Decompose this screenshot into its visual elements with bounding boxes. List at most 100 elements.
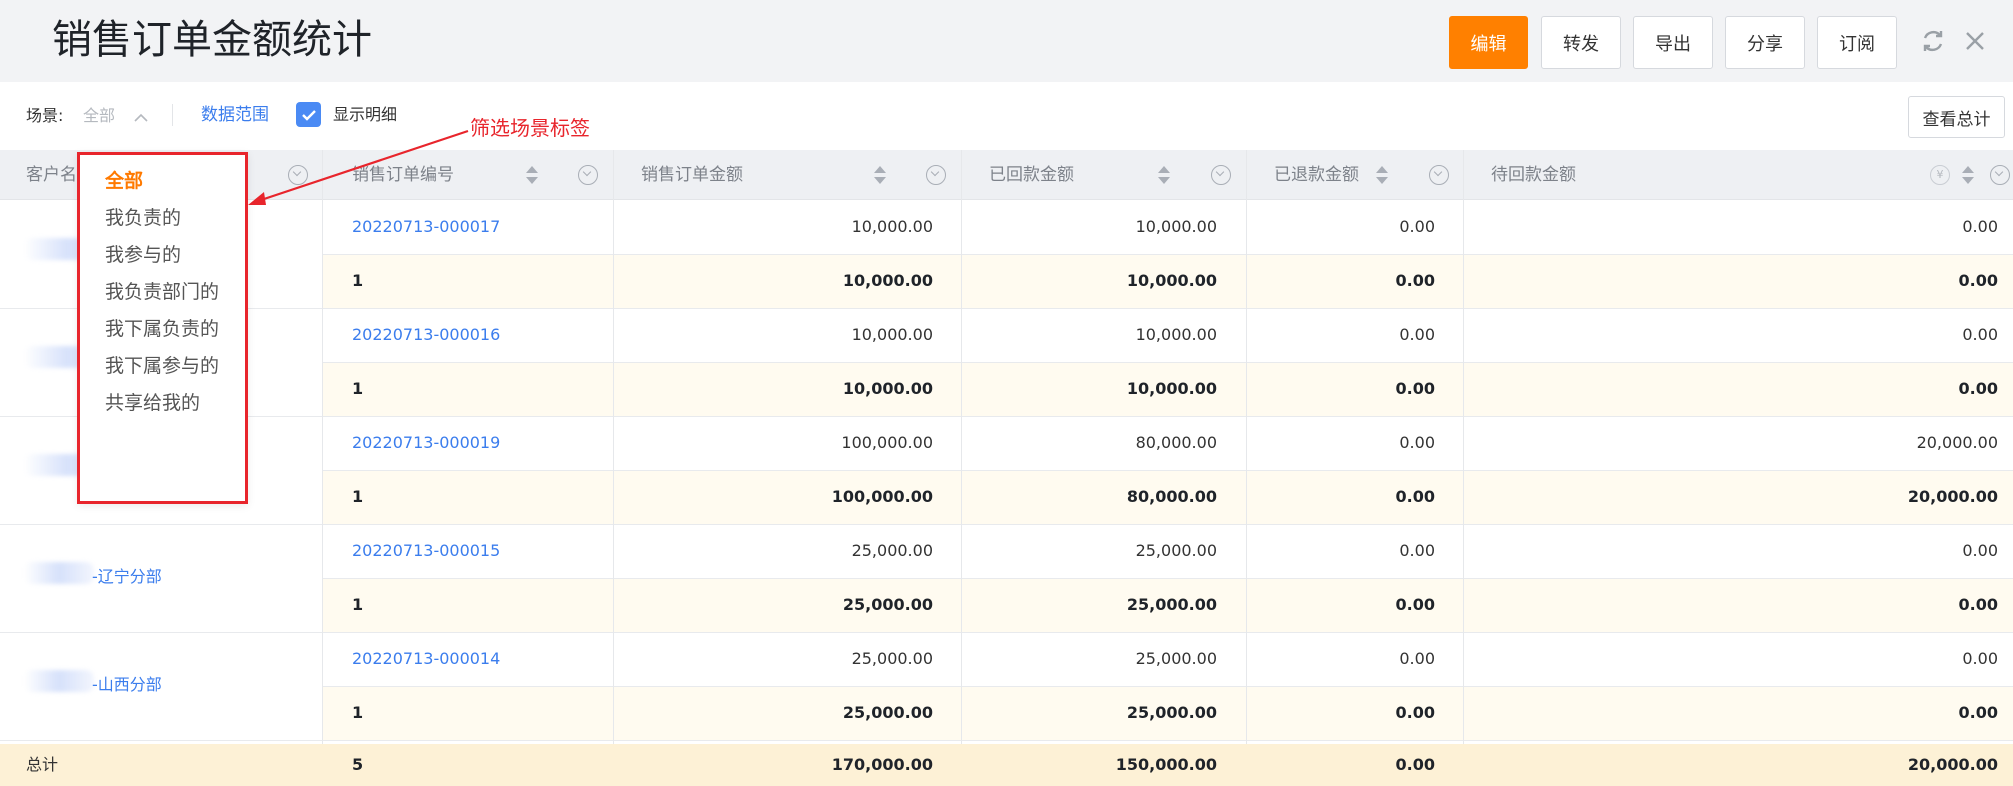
close-icon[interactable] bbox=[1960, 26, 1990, 56]
subtotal-order-amount: 10,000.00 bbox=[842, 379, 933, 398]
redacted-customer-name bbox=[24, 670, 94, 692]
scene-option[interactable]: 我下属参与的 bbox=[105, 352, 219, 380]
refunded-amount-cell: 0.00 bbox=[1399, 541, 1435, 560]
refunded-amount-cell: 0.00 bbox=[1399, 217, 1435, 236]
redacted-customer-name bbox=[24, 562, 94, 584]
scene-select-value[interactable]: 全部 bbox=[83, 104, 115, 128]
column-divider bbox=[322, 150, 323, 744]
data-range-link[interactable]: 数据范围 bbox=[201, 103, 269, 127]
subtotal-refunded: 0.00 bbox=[1395, 487, 1435, 506]
column-header-pending[interactable]: 待回款金额 bbox=[1491, 150, 1576, 200]
order-number-link[interactable]: 20220713-000016 bbox=[352, 308, 500, 362]
footer-amount: 170,000.00 bbox=[831, 755, 933, 774]
subtotal-count: 1 bbox=[352, 487, 364, 506]
scene-option[interactable]: 全部 bbox=[105, 167, 143, 195]
customer-name-link[interactable]: -辽宁分部 bbox=[92, 562, 162, 592]
subtotal-order-amount: 25,000.00 bbox=[842, 703, 933, 722]
subtotal-refunded: 0.00 bbox=[1395, 271, 1435, 290]
view-total-button[interactable]: 查看总计 bbox=[1908, 96, 2005, 138]
subtotal-count: 1 bbox=[352, 703, 364, 722]
column-divider bbox=[1463, 150, 1464, 744]
order-table: 客户名称 销售订单编号 销售订单金额 已回款金额 已退款金额 待回款金额 ¥ 2… bbox=[0, 150, 2013, 786]
filter-icon[interactable] bbox=[1429, 165, 1449, 185]
footer-refunded: 0.00 bbox=[1395, 755, 1435, 774]
sort-icon[interactable] bbox=[1158, 166, 1170, 186]
order-amount-cell: 25,000.00 bbox=[851, 541, 933, 560]
column-header-order-amount[interactable]: 销售订单金额 bbox=[641, 150, 743, 200]
filter-icon[interactable] bbox=[1211, 165, 1231, 185]
table-footer-total: 总计 5 170,000.00 150,000.00 0.00 20,000.0… bbox=[0, 744, 2013, 786]
subtotal-count: 1 bbox=[352, 271, 364, 290]
refunded-amount-cell: 0.00 bbox=[1399, 649, 1435, 668]
footer-count: 5 bbox=[352, 755, 364, 774]
currency-icon: ¥ bbox=[1930, 165, 1950, 185]
subtotal-received: 10,000.00 bbox=[1126, 271, 1217, 290]
column-divider bbox=[1246, 150, 1247, 744]
annotation-label: 筛选场景标签 bbox=[470, 116, 590, 140]
scene-option[interactable]: 我负责的 bbox=[105, 204, 181, 232]
filter-icon[interactable] bbox=[926, 165, 946, 185]
scene-option[interactable]: 我参与的 bbox=[105, 241, 181, 269]
order-amount-cell: 100,000.00 bbox=[841, 433, 933, 452]
forward-button[interactable]: 转发 bbox=[1541, 16, 1621, 69]
sort-icon[interactable] bbox=[1376, 166, 1388, 186]
column-divider bbox=[961, 150, 962, 744]
filter-icon[interactable] bbox=[1990, 165, 2010, 185]
edit-button[interactable]: 编辑 bbox=[1449, 16, 1528, 69]
pending-amount-cell: 0.00 bbox=[1962, 325, 1998, 344]
export-button[interactable]: 导出 bbox=[1633, 16, 1713, 69]
sort-icon[interactable] bbox=[526, 166, 538, 186]
subtotal-pending: 20,000.00 bbox=[1907, 487, 1998, 506]
scene-option[interactable]: 共享给我的 bbox=[105, 389, 200, 417]
subtotal-pending: 0.00 bbox=[1958, 703, 1998, 722]
scene-option[interactable]: 我负责部门的 bbox=[105, 278, 219, 306]
subtotal-pending: 0.00 bbox=[1958, 595, 1998, 614]
scene-dropdown: 全部我负责的我参与的我负责部门的 我下属负责的 我下属参与的 共享给我的 bbox=[77, 152, 248, 504]
subtotal-pending: 0.00 bbox=[1958, 379, 1998, 398]
order-amount-cell: 10,000.00 bbox=[851, 217, 933, 236]
pending-amount-cell: 20,000.00 bbox=[1916, 433, 1998, 452]
sort-icon[interactable] bbox=[874, 166, 886, 186]
subtotal-received: 25,000.00 bbox=[1126, 595, 1217, 614]
subtotal-order-amount: 10,000.00 bbox=[842, 271, 933, 290]
annotation-arrow-icon bbox=[248, 129, 469, 205]
received-amount-cell: 25,000.00 bbox=[1135, 541, 1217, 560]
subtotal-count: 1 bbox=[352, 379, 364, 398]
check-icon bbox=[301, 109, 316, 121]
order-number-link[interactable]: 20220713-000019 bbox=[352, 416, 500, 470]
column-header-received[interactable]: 已回款金额 bbox=[989, 150, 1074, 200]
subtotal-refunded: 0.00 bbox=[1395, 379, 1435, 398]
scene-option[interactable]: 我下属负责的 bbox=[105, 315, 219, 343]
scene-label: 场景: bbox=[26, 106, 64, 125]
subtotal-pending: 0.00 bbox=[1958, 271, 1998, 290]
column-divider bbox=[613, 150, 614, 744]
row-divider bbox=[0, 740, 2013, 741]
show-detail-checkbox[interactable] bbox=[296, 102, 321, 127]
refunded-amount-cell: 0.00 bbox=[1399, 433, 1435, 452]
chevron-up-icon[interactable] bbox=[134, 108, 148, 122]
order-amount-cell: 10,000.00 bbox=[851, 325, 933, 344]
filter-icon[interactable] bbox=[578, 165, 598, 185]
pending-amount-cell: 0.00 bbox=[1962, 649, 1998, 668]
subscribe-button[interactable]: 订阅 bbox=[1817, 16, 1897, 69]
refunded-amount-cell: 0.00 bbox=[1399, 325, 1435, 344]
order-number-link[interactable]: 20220713-000014 bbox=[352, 632, 500, 686]
customer-name-link[interactable]: -山西分部 bbox=[92, 670, 162, 700]
share-button[interactable]: 分享 bbox=[1725, 16, 1805, 69]
order-number-link[interactable]: 20220713-000015 bbox=[352, 524, 500, 578]
subtotal-count: 1 bbox=[352, 595, 364, 614]
column-header-refunded[interactable]: 已退款金额 bbox=[1274, 150, 1359, 200]
pending-amount-cell: 0.00 bbox=[1962, 541, 1998, 560]
order-amount-cell: 25,000.00 bbox=[851, 649, 933, 668]
subtotal-order-amount: 100,000.00 bbox=[831, 487, 933, 506]
subtotal-received: 25,000.00 bbox=[1126, 703, 1217, 722]
footer-pending: 20,000.00 bbox=[1907, 755, 1998, 774]
received-amount-cell: 80,000.00 bbox=[1135, 433, 1217, 452]
pending-amount-cell: 0.00 bbox=[1962, 217, 1998, 236]
refresh-icon[interactable] bbox=[1918, 26, 1948, 56]
toolbar-divider bbox=[172, 104, 173, 126]
received-amount-cell: 10,000.00 bbox=[1135, 217, 1217, 236]
sort-icon[interactable] bbox=[1962, 166, 1974, 186]
subtotal-received: 10,000.00 bbox=[1126, 379, 1217, 398]
show-detail-label: 显示明细 bbox=[333, 105, 398, 124]
